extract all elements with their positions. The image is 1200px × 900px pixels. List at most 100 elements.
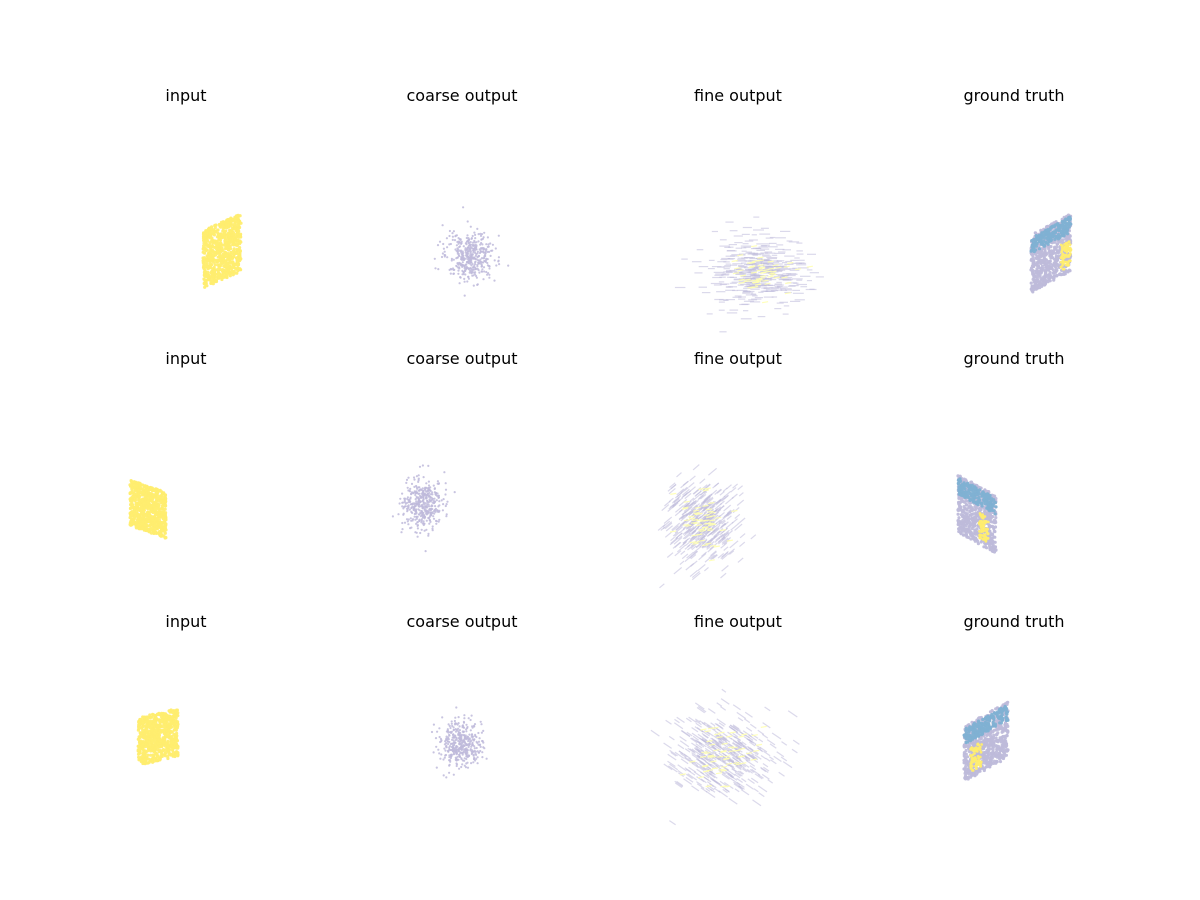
point	[486, 264, 489, 267]
point	[463, 277, 466, 280]
point	[416, 527, 419, 530]
point	[434, 267, 437, 270]
point	[1062, 272, 1066, 276]
point	[444, 482, 447, 485]
point	[397, 513, 400, 516]
point	[228, 218, 232, 222]
point	[414, 518, 417, 521]
point	[497, 259, 500, 262]
point	[425, 512, 428, 515]
point	[208, 234, 212, 238]
point	[465, 248, 468, 251]
point	[479, 258, 482, 261]
point	[967, 530, 971, 534]
point	[451, 235, 454, 238]
point	[1068, 215, 1072, 219]
point	[466, 234, 469, 237]
point	[128, 522, 132, 527]
point	[976, 496, 980, 500]
point	[1065, 235, 1069, 239]
point	[994, 505, 998, 509]
point	[403, 497, 406, 500]
point	[238, 255, 242, 259]
point	[414, 492, 417, 495]
point	[221, 224, 226, 228]
point	[981, 490, 985, 494]
point	[494, 247, 497, 250]
point	[466, 240, 469, 243]
point	[467, 267, 470, 270]
point	[409, 527, 412, 530]
point	[961, 518, 965, 522]
point	[225, 265, 229, 269]
point	[486, 245, 489, 248]
point	[428, 494, 431, 497]
point	[448, 229, 451, 233]
point	[975, 527, 979, 531]
point	[1037, 247, 1042, 251]
point	[495, 264, 498, 267]
point	[969, 513, 973, 517]
point	[478, 248, 481, 251]
point	[969, 480, 974, 484]
point	[398, 502, 401, 505]
point	[202, 258, 206, 262]
point	[424, 488, 427, 492]
point	[466, 280, 469, 283]
point	[964, 490, 968, 494]
point	[466, 246, 469, 249]
point	[455, 264, 458, 267]
point	[160, 493, 164, 497]
point	[1040, 264, 1044, 268]
point	[137, 527, 141, 531]
point	[144, 488, 148, 492]
point	[1046, 264, 1050, 269]
point	[405, 478, 409, 481]
point	[433, 487, 436, 490]
point	[219, 220, 224, 224]
point	[153, 489, 157, 493]
point	[414, 509, 417, 512]
point	[463, 294, 466, 297]
point	[464, 273, 467, 276]
point	[407, 523, 410, 526]
point	[477, 233, 480, 236]
point	[1051, 263, 1055, 267]
panel-title: input	[165, 86, 206, 105]
point	[144, 485, 148, 490]
point	[420, 496, 424, 499]
point	[428, 522, 431, 525]
point	[964, 478, 968, 482]
point	[1031, 272, 1035, 276]
point	[227, 238, 231, 243]
point	[216, 255, 220, 259]
point	[1061, 228, 1065, 232]
point	[974, 501, 978, 505]
point	[977, 492, 981, 496]
point	[219, 254, 223, 258]
point	[203, 231, 207, 235]
point	[488, 276, 491, 279]
point	[992, 518, 997, 522]
point	[1048, 270, 1052, 275]
point	[443, 255, 446, 258]
point	[239, 221, 243, 225]
point	[461, 261, 464, 264]
point	[481, 261, 485, 264]
point	[470, 270, 473, 274]
point	[459, 276, 462, 279]
figure: input coarse output fine output ground t…	[0, 0, 1200, 900]
point	[474, 237, 477, 240]
point	[421, 499, 424, 502]
point	[474, 233, 477, 236]
point	[473, 241, 476, 244]
point	[465, 243, 468, 246]
point	[485, 257, 488, 260]
point	[1055, 273, 1059, 278]
point	[130, 520, 134, 524]
point	[480, 257, 484, 260]
point	[1045, 231, 1049, 235]
point	[231, 217, 235, 221]
point	[128, 492, 132, 496]
point	[129, 506, 133, 510]
